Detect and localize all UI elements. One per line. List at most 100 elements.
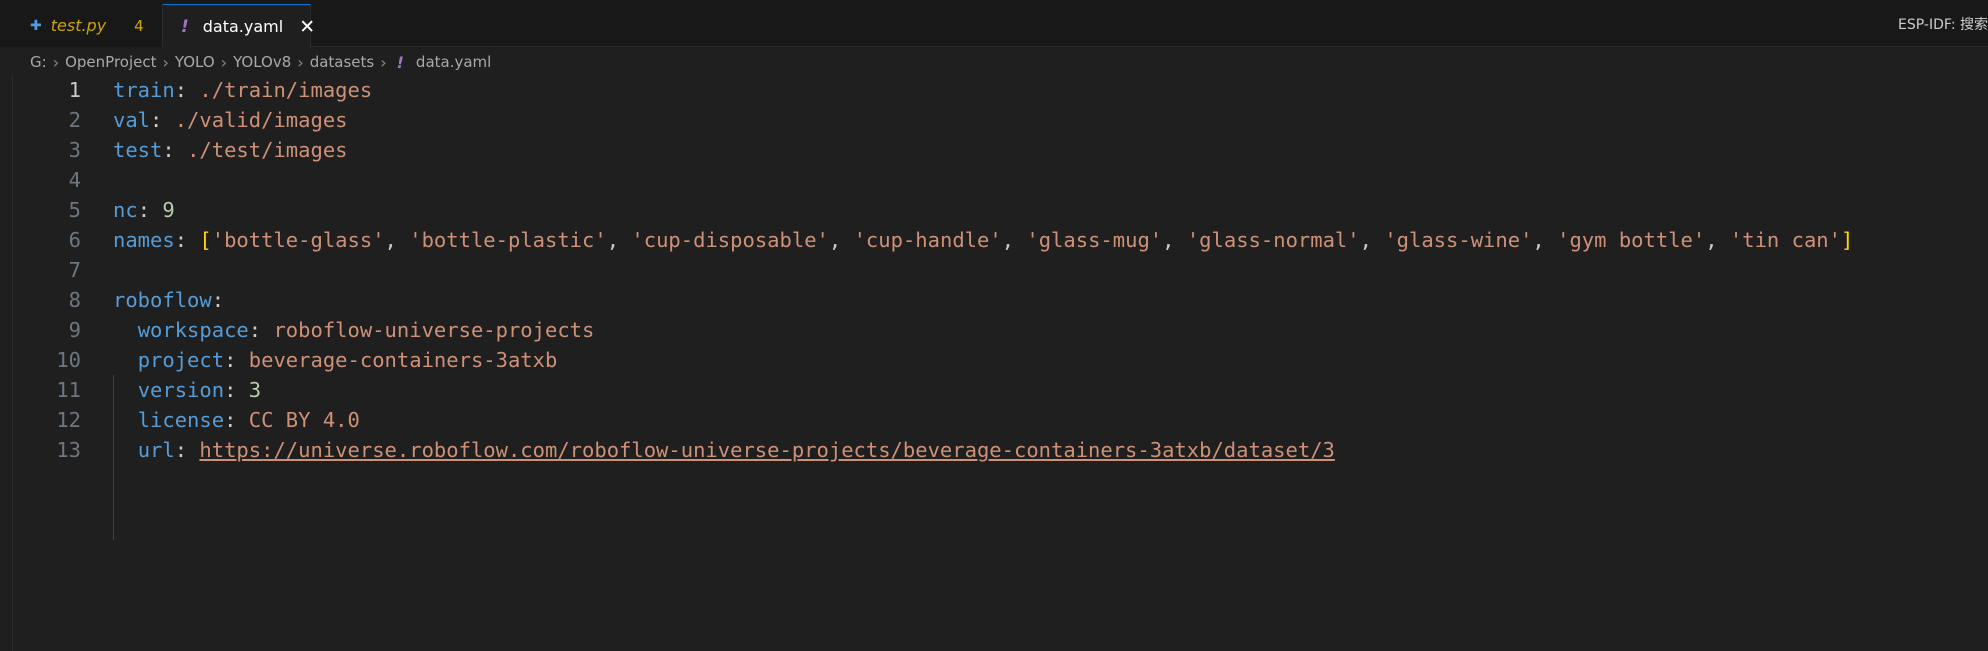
code-token: :	[248, 318, 274, 342]
code-token: :	[224, 348, 249, 372]
code-line[interactable]: 12 license: CC BY 4.0	[0, 405, 1988, 435]
line-number: 5	[68, 198, 81, 222]
code-token: 'bottle-plastic'	[409, 228, 607, 252]
code-token: version	[137, 378, 225, 402]
code-token: :	[224, 378, 249, 402]
code-token: :	[137, 198, 163, 222]
esp-idf-search-label[interactable]: ESP-IDF: 搜索	[1898, 14, 1988, 34]
tab-label: data.yaml	[202, 17, 284, 36]
code-token: 3	[248, 378, 262, 402]
yaml-exclamation-icon: !	[396, 52, 404, 72]
code-token: 'tin can'	[1729, 228, 1841, 252]
url-link[interactable]: https://universe.roboflow.com/roboflow-u…	[199, 438, 1334, 462]
chevron-right-icon: ›	[220, 52, 228, 72]
code-token: license	[137, 408, 225, 432]
breadcrumb-item-drive[interactable]: G:	[30, 53, 47, 71]
chevron-right-icon: ›	[380, 52, 387, 72]
editor-tab-bar: ✚ test.py 4 ! data.yaml ✕ ESP-IDF: 搜索	[0, 0, 1988, 48]
code-token: val	[113, 108, 151, 132]
tab-data-yaml[interactable]: ! data.yaml ✕	[163, 4, 315, 48]
code-line[interactable]: 2 val: ./valid/images	[0, 105, 1988, 135]
breadcrumb-item-file[interactable]: data.yaml	[416, 53, 491, 71]
code-line[interactable]: 8 roboflow:	[0, 285, 1988, 315]
line-number: 2	[68, 108, 81, 132]
code-token: roboflow	[113, 288, 212, 312]
code-token: ./valid/images	[174, 108, 348, 132]
breadcrumb: G: › OpenProject › YOLO › YOLOv8 › datas…	[30, 51, 491, 73]
python-icon: ✚	[30, 17, 42, 34]
code-line[interactable]: 1 train: ./train/images	[0, 75, 1988, 105]
line-number: 7	[68, 258, 81, 282]
code-line[interactable]: 9 workspace: roboflow-universe-projects	[0, 315, 1988, 345]
code-token: project	[137, 348, 225, 372]
code-token: 'glass-mug'	[1026, 228, 1163, 252]
chevron-right-icon: ›	[162, 52, 169, 72]
code-token: ,	[828, 228, 854, 252]
code-token: ./test/images	[187, 138, 348, 162]
code-line[interactable]: 7	[0, 255, 1988, 285]
code-token: :	[162, 138, 188, 162]
code-line[interactable]: 3 test: ./test/images	[0, 135, 1988, 165]
breadcrumb-item-openproject[interactable]: OpenProject	[65, 53, 156, 71]
code-token: :	[224, 408, 249, 432]
code-token: :	[211, 288, 225, 312]
code-token: 'cup-disposable'	[631, 228, 829, 252]
code-content: license: CC BY 4.0	[113, 405, 360, 435]
code-line[interactable]: 10 project: beverage-containers-3atxb	[0, 345, 1988, 375]
problem-count-badge: 4	[134, 16, 144, 35]
code-token: 'cup-handle'	[853, 228, 1002, 252]
code-line[interactable]: 11 version: 3	[0, 375, 1988, 405]
code-line[interactable]: 4	[0, 165, 1988, 195]
tab-test-py[interactable]: ✚ test.py 4	[0, 4, 163, 47]
breadcrumb-item-yolov8[interactable]: YOLOv8	[233, 53, 291, 71]
line-number: 8	[68, 288, 81, 312]
line-number: 6	[68, 228, 81, 252]
code-content: names: ['bottle-glass', 'bottle-plastic'…	[113, 225, 1853, 255]
code-line[interactable]: 6 names: ['bottle-glass', 'bottle-plastic…	[0, 225, 1988, 255]
line-number: 13	[56, 438, 81, 462]
yaml-exclamation-icon: !	[181, 16, 189, 37]
code-line[interactable]: 13 url: https://universe.roboflow.com/ro…	[0, 435, 1988, 465]
breadcrumb-item-datasets[interactable]: datasets	[310, 53, 375, 71]
code-content: project: beverage-containers-3atxb	[113, 345, 558, 375]
code-token: 'bottle-glass'	[211, 228, 385, 252]
line-number: 4	[68, 168, 81, 192]
code-token: beverage-containers-3atxb	[248, 348, 558, 372]
code-token: :	[150, 108, 175, 132]
code-token: ,	[1001, 228, 1027, 252]
code-content: test: ./test/images	[113, 135, 348, 165]
code-token: train	[113, 78, 175, 102]
code-token: :	[174, 438, 200, 462]
line-number: 10	[56, 348, 81, 372]
line-number: 1	[68, 78, 81, 102]
code-editor[interactable]: 1 train: ./train/images 2 val: ./valid/imag…	[0, 75, 1988, 651]
code-token: ]	[1841, 228, 1854, 252]
code-token: ,	[1532, 228, 1558, 252]
chevron-right-icon: ›	[52, 52, 60, 72]
code-token: 9	[162, 198, 175, 222]
line-number: 12	[56, 408, 81, 432]
code-token: ,	[606, 228, 632, 252]
breadcrumb-item-yolo[interactable]: YOLO	[175, 53, 215, 71]
close-icon[interactable]: ✕	[299, 16, 315, 38]
code-token: ,	[384, 228, 410, 252]
code-token: ./train/images	[199, 78, 373, 102]
code-content: nc: 9	[113, 195, 175, 225]
code-token: CC BY 4.0	[248, 408, 360, 432]
code-token: workspace	[137, 318, 249, 342]
line-number: 3	[68, 138, 81, 162]
line-number: 11	[56, 378, 81, 402]
code-token: :	[174, 78, 200, 102]
code-token: names	[113, 228, 175, 252]
code-content: workspace: roboflow-universe-projects	[113, 315, 595, 345]
code-token: 'glass-wine'	[1384, 228, 1533, 252]
code-line[interactable]: 5 nc: 9	[0, 195, 1988, 225]
code-token: ,	[1162, 228, 1187, 252]
code-token: 'gym bottle'	[1557, 228, 1706, 252]
code-content: train: ./train/images	[113, 75, 372, 105]
